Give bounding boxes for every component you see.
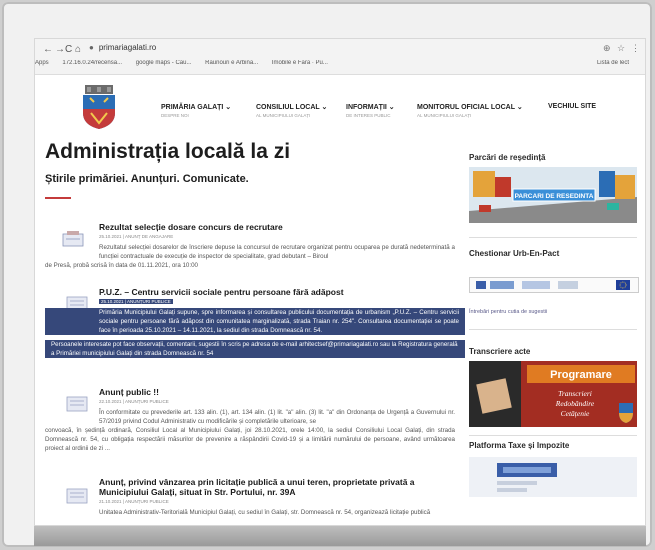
article-item: P.U.Z. – Centru servicii sociale pentru … xyxy=(45,287,465,379)
transcriere-banner-line: Transcrieri xyxy=(558,389,592,398)
bookmark-item[interactable]: Apps xyxy=(35,60,49,66)
reload-icon[interactable]: C xyxy=(65,44,72,55)
article-title[interactable]: Rezultat selecție dosare concurs de recr… xyxy=(99,222,455,232)
address-bar[interactable]: ● primariagalati.ro xyxy=(89,43,589,55)
article-title[interactable]: Anunț, privind vânzarea prin licitație p… xyxy=(99,477,455,497)
article-thumbnail-icon[interactable] xyxy=(65,487,89,505)
city-crest-logo[interactable] xyxy=(81,85,117,129)
nav-item-informatii[interactable]: INFORMAȚII ⌄ DE INTERES PUBLIC xyxy=(346,103,395,118)
title-divider xyxy=(45,197,71,199)
article-item: Rezultat selecție dosare concurs de recr… xyxy=(45,222,455,282)
bookmark-item[interactable]: Imobile e Fara · Pu... xyxy=(272,60,328,66)
sidebar-divider xyxy=(469,237,637,238)
account-icon[interactable]: ⊕ xyxy=(603,43,611,54)
article-item: Anunț public !! 22.10.2021 | ANUNȚURI PU… xyxy=(45,387,455,467)
article-item: Anunț, privind vânzarea prin licitație p… xyxy=(45,477,455,525)
selected-text-block[interactable]: Primăria Municipiului Galați supune, spr… xyxy=(45,308,465,358)
taxe-platform-banner[interactable] xyxy=(469,457,637,497)
menu-icon[interactable]: ⋮ xyxy=(631,43,640,54)
back-arrow-icon[interactable]: ← xyxy=(43,44,53,55)
transcriere-banner-line: Redobândire xyxy=(555,399,595,408)
article-meta: 25.10.2021 | ANUNȚ DE ANGAJARE xyxy=(99,234,174,239)
main-navigation: PRIMĂRIA GALAȚI ⌄ DESPRE NOI CONSILIUL LO… xyxy=(155,103,635,129)
browser-toolbar: ← → C ⌂ ● primariagalati.ro ⊕ ☆ ⋮ Apps 17… xyxy=(35,39,645,75)
parcari-banner-text: PARCARI DE RESEDINTA xyxy=(515,193,594,200)
survey-link[interactable]: Întrebări pentru cutia de sugestii xyxy=(469,309,547,315)
article-excerpt: Rezultatul selecției dosarelor de înscri… xyxy=(45,244,455,269)
nav-item-primaria[interactable]: PRIMĂRIA GALAȚI ⌄ DESPRE NOI xyxy=(161,103,231,118)
parcari-banner[interactable]: PARCARI DE RESEDINTA xyxy=(469,167,637,223)
page-title: Administrația locală la zi xyxy=(45,140,291,163)
highlighted-paragraph: Persoanele interesate pot face observați… xyxy=(51,341,458,357)
url-text: primariagalati.ro xyxy=(98,43,157,52)
article-excerpt: În conformitate cu prevederile art. 133 … xyxy=(45,409,455,452)
bookmark-item[interactable]: 172.16.0.24/recensa... xyxy=(62,60,122,66)
bookmark-item[interactable]: Raunouri e Arbina... xyxy=(205,60,258,66)
sidebar-title-taxe: Platforma Taxe și Impozite xyxy=(469,441,570,450)
lock-icon: ● xyxy=(89,43,94,52)
browser-screen: ← → C ⌂ ● primariagalati.ro ⊕ ☆ ⋮ Apps 17… xyxy=(34,38,646,526)
transcriere-banner[interactable]: Programare Transcrieri Redobândire Cetăț… xyxy=(469,361,637,427)
article-meta: 22.10.2021 | ANUNȚURI PUBLICE xyxy=(99,399,169,404)
nav-item-consiliul[interactable]: CONSILIUL LOCAL ⌄ AL MUNICIPIULUI GALAȚI xyxy=(256,103,327,118)
highlighted-paragraph: Primăria Municipiului Galați supune, spr… xyxy=(99,309,459,334)
sidebar-divider xyxy=(469,435,637,436)
article-meta: 21.10.2021 | ANUNȚURI PUBLICE xyxy=(99,499,169,504)
sidebar-title-parcari: Parcări de reședință xyxy=(469,153,546,162)
article-excerpt: Unitatea Administrativ-Teritorială Munic… xyxy=(99,509,431,516)
star-icon[interactable]: ☆ xyxy=(617,43,625,54)
transcriere-banner-line: Cetățenie xyxy=(561,409,590,418)
transcriere-banner-title: Programare xyxy=(550,369,612,381)
partner-logos-strip xyxy=(469,277,639,293)
bookmark-item[interactable]: google maps - Cau... xyxy=(136,60,192,66)
sidebar-title-transcriere: Transcriere acte xyxy=(469,347,531,356)
bookmarks-bar: Apps 172.16.0.24/recensa... google maps … xyxy=(35,60,645,72)
nav-item-monitorul[interactable]: MONITORUL OFICIAL LOCAL ⌄ AL MUNICIPIULUI… xyxy=(417,103,523,118)
sidebar-title-chestionar: Chestionar Urb-En-Pact xyxy=(469,249,560,258)
article-meta: 25.10.2021 | ANUNȚURI PUBLICE xyxy=(99,299,173,304)
article-title[interactable]: Anunț public !! xyxy=(99,387,455,397)
forward-arrow-icon[interactable]: → xyxy=(55,44,65,55)
page-subtitle: Știrile primăriei. Anunțuri. Comunicate. xyxy=(45,173,249,185)
home-icon[interactable]: ⌂ xyxy=(75,44,81,55)
article-title[interactable]: P.U.Z. – Centru servicii sociale pentru … xyxy=(99,287,455,297)
reading-list[interactable]: Lista de lect xyxy=(597,60,629,66)
nav-item-vechiul-site[interactable]: VECHIUL SITE xyxy=(548,103,596,110)
sidebar-divider xyxy=(469,329,637,330)
